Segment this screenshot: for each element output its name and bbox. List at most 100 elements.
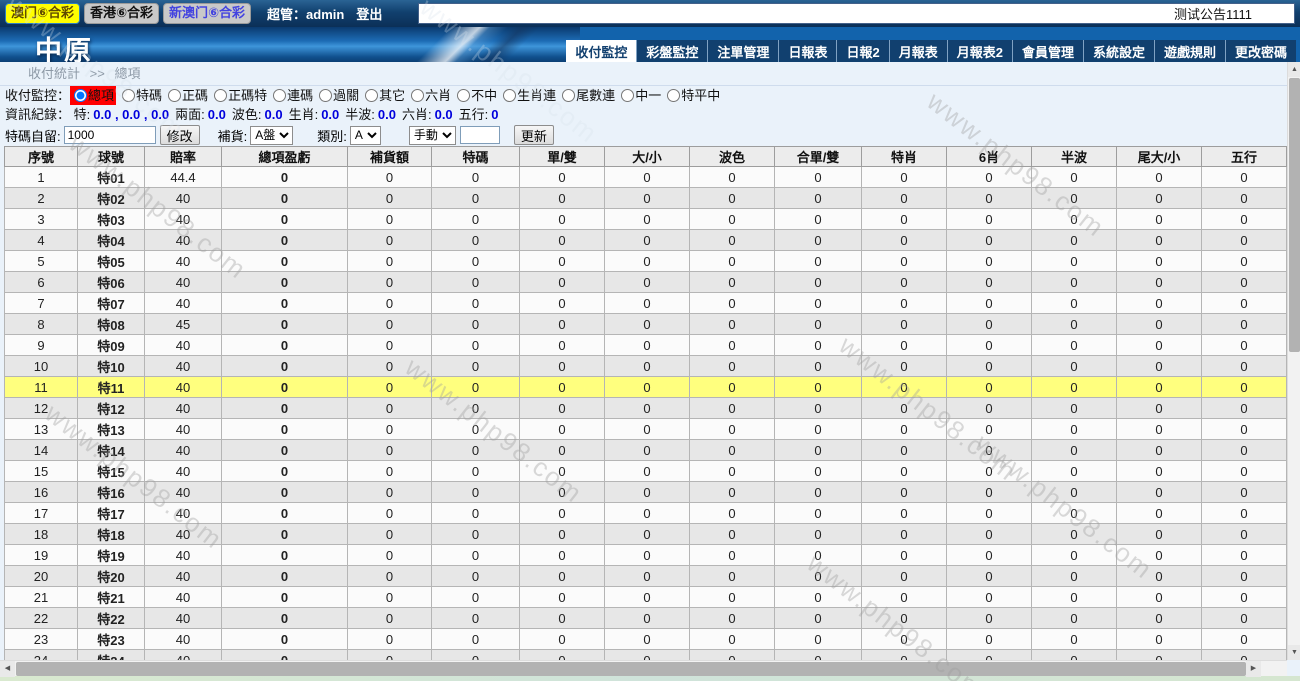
filter-radio-1[interactable] (74, 89, 88, 102)
value-cell: 0 (861, 565, 947, 587)
filter-option-2[interactable]: 特碼 (118, 86, 162, 105)
profit-cell[interactable]: 0 (221, 544, 348, 566)
profit-cell[interactable]: 0 (221, 439, 348, 461)
horizontal-scroll-thumb[interactable] (16, 662, 1246, 676)
filter-radio-8[interactable] (411, 89, 425, 102)
profit-cell[interactable]: 0 (221, 649, 348, 660)
nav-tab-2[interactable]: 彩盤監控 (636, 40, 707, 62)
seq-cell: 5 (4, 250, 78, 272)
value-cell: 0 (1116, 208, 1202, 230)
value-cell: 0 (347, 292, 432, 314)
retain-input[interactable] (63, 126, 156, 144)
column-header-8: 大/小 (604, 146, 690, 167)
lottery-tab-3[interactable]: 新澳门⑥合彩 (163, 3, 252, 24)
filter-option-12[interactable]: 中一 (617, 86, 661, 105)
info-item-label: 半波: (345, 107, 375, 122)
profit-cell[interactable]: 0 (221, 628, 348, 650)
value-cell: 0 (1031, 628, 1117, 650)
vertical-scrollbar[interactable]: ▲ ▼ (1287, 62, 1300, 660)
filter-radio-3[interactable] (168, 89, 182, 102)
lottery-tab-1[interactable]: 澳门⑥合彩 (5, 3, 81, 24)
value-cell: 0 (774, 565, 862, 587)
value-cell: 0 (347, 628, 432, 650)
table-row: 19 特19 40 0 0 0 0 0 0 0 0 0 0 0 0 (4, 544, 1287, 566)
profit-cell[interactable]: 0 (221, 250, 348, 272)
profit-cell[interactable]: 0 (221, 355, 348, 377)
profit-cell[interactable]: 0 (221, 418, 348, 440)
value-cell: 0 (519, 418, 605, 440)
nav-tab-3[interactable]: 注單管理 (707, 40, 778, 62)
vertical-scroll-thumb[interactable] (1289, 78, 1300, 352)
nav-tab-9[interactable]: 系統設定 (1082, 40, 1154, 62)
scroll-left-icon[interactable]: ◀ (0, 661, 15, 677)
filter-option-13[interactable]: 特平中 (663, 86, 720, 105)
update-button[interactable]: 更新 (513, 125, 554, 145)
modify-button[interactable]: 修改 (159, 125, 200, 145)
profit-cell[interactable]: 0 (221, 376, 348, 398)
info-record-row: 資訊紀錄： 特: 0.0 , 0.0 , 0.0 兩面: 0.0 波色: 0.0 生肖: 0.… (0, 105, 1300, 124)
nav-tab-5[interactable]: 日報2 (836, 40, 888, 62)
mode-select[interactable]: 手動 (408, 125, 456, 145)
value-cell: 0 (774, 586, 862, 608)
ball-number-cell: 特04 (77, 229, 145, 251)
nav-tab-6[interactable]: 月報表 (888, 40, 947, 62)
filter-option-4[interactable]: 正碼特 (210, 86, 267, 105)
filter-option-1[interactable]: 總項 (70, 86, 117, 105)
scroll-down-icon[interactable]: ▼ (1288, 645, 1300, 660)
filter-option-6[interactable]: 過關 (315, 86, 359, 105)
profit-cell[interactable]: 0 (221, 481, 348, 503)
profit-cell[interactable]: 0 (221, 313, 348, 335)
breadcrumb-section[interactable]: 收付統計 (28, 66, 80, 81)
nav-tab-11[interactable]: 更改密碼 (1224, 40, 1296, 62)
profit-cell[interactable]: 0 (221, 166, 348, 188)
filter-radio-12[interactable] (621, 89, 635, 102)
nav-tab-7[interactable]: 月報表2 (946, 40, 1012, 62)
filter-option-8[interactable]: 六肖 (407, 86, 451, 105)
filter-radio-4[interactable] (214, 89, 228, 102)
manual-input[interactable] (459, 126, 500, 144)
profit-cell[interactable]: 0 (221, 523, 348, 545)
filter-radio-13[interactable] (667, 89, 681, 102)
profit-cell[interactable]: 0 (221, 229, 348, 251)
profit-cell[interactable]: 0 (221, 208, 348, 230)
profit-cell[interactable]: 0 (221, 502, 348, 524)
profit-cell[interactable]: 0 (221, 565, 348, 587)
value-cell: 0 (1031, 586, 1117, 608)
category-select[interactable]: A (349, 125, 381, 145)
buhuo-select[interactable]: A盤 (250, 125, 294, 145)
scroll-right-icon[interactable]: ▶ (1246, 661, 1261, 677)
value-cell: 0 (604, 187, 690, 209)
profit-cell[interactable]: 0 (221, 292, 348, 314)
logout-link[interactable]: 登出 (356, 4, 382, 23)
profit-cell[interactable]: 0 (221, 334, 348, 356)
filter-option-10[interactable]: 生肖連 (499, 86, 556, 105)
profit-cell[interactable]: 0 (221, 586, 348, 608)
profit-cell[interactable]: 0 (221, 271, 348, 293)
profit-cell[interactable]: 0 (221, 397, 348, 419)
nav-tab-4[interactable]: 日報表 (778, 40, 836, 62)
filter-option-9[interactable]: 不中 (453, 86, 497, 105)
filter-option-5[interactable]: 連碼 (269, 86, 313, 105)
lottery-tab-2[interactable]: 香港⑥合彩 (84, 3, 160, 24)
filter-radio-6[interactable] (319, 89, 333, 102)
horizontal-scrollbar[interactable]: ◀ ▶ (0, 660, 1287, 677)
nav-tab-1[interactable]: 收付監控 (566, 40, 637, 62)
nav-tab-10[interactable]: 遊戲規則 (1153, 40, 1225, 62)
filter-radio-5[interactable] (273, 89, 287, 102)
brand-logo: 中原 (0, 27, 580, 62)
nav-tab-8[interactable]: 會員管理 (1011, 40, 1083, 62)
filter-option-3[interactable]: 正碼 (164, 86, 208, 105)
filter-radio-11[interactable] (562, 89, 576, 102)
scroll-up-icon[interactable]: ▲ (1288, 62, 1300, 77)
value-cell: 0 (774, 649, 862, 660)
profit-cell[interactable]: 0 (221, 607, 348, 629)
profit-cell[interactable]: 0 (221, 187, 348, 209)
filter-radio-7[interactable] (365, 89, 379, 102)
value-cell: 0 (1116, 544, 1202, 566)
profit-cell[interactable]: 0 (221, 460, 348, 482)
filter-radio-9[interactable] (457, 89, 471, 102)
filter-option-11[interactable]: 尾數連 (558, 86, 615, 105)
filter-option-7[interactable]: 其它 (361, 86, 405, 105)
filter-radio-10[interactable] (503, 89, 517, 102)
filter-radio-2[interactable] (122, 89, 136, 102)
